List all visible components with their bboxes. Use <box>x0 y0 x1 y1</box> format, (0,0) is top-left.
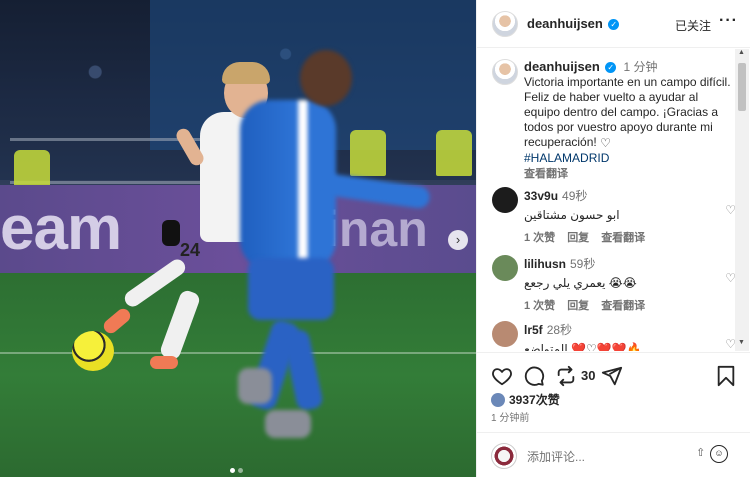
comment-reply-button[interactable]: 回复 <box>567 232 589 244</box>
post-image[interactable]: eam inan 24 › <box>0 0 476 477</box>
comment-time: 28秒 <box>546 323 573 337</box>
carousel-next-button[interactable]: › <box>448 230 468 250</box>
blue-player-shorts <box>248 258 334 320</box>
caption-time: 1 分钟 <box>623 60 658 74</box>
repost-icon[interactable] <box>555 365 577 387</box>
posted-time: 1 分钟前 <box>491 413 530 424</box>
comment-item: 33v9u 49秒 ابو حسون مشتاقين 1 次赞 回复 查看翻译 ♡ <box>492 187 736 244</box>
white-player-hair <box>222 62 270 84</box>
caption-author-avatar[interactable] <box>492 59 518 85</box>
post-side-panel: deanhuijsen ✓ 已关注 ··· deanhuijsen ✓ 1 分钟… <box>476 0 750 477</box>
author-name-wrap: deanhuijsen ✓ <box>527 16 620 31</box>
white-player-boot <box>150 356 178 369</box>
comment-meta: 1 次赞 回复 查看翻译 <box>524 297 704 313</box>
author-username[interactable]: deanhuijsen <box>527 16 603 31</box>
caption-username[interactable]: deanhuijsen <box>524 59 600 74</box>
comment-composer: 添加评论... ⇧ ☺ <box>477 432 750 477</box>
steward <box>350 130 386 176</box>
commenter-username[interactable]: lr5f <box>524 323 543 337</box>
comment-time: 49秒 <box>562 189 588 203</box>
steward <box>436 130 472 176</box>
blue-player-boot <box>265 410 311 438</box>
author-avatar[interactable] <box>492 11 518 37</box>
comment-meta: 1 次赞 回复 查看翻译 <box>524 229 704 245</box>
verified-icon: ✓ <box>608 19 620 30</box>
scroll-up-arrow-icon[interactable]: ▲ <box>738 49 745 56</box>
caption-text: Victoria importante en un campo difícil.… <box>524 75 731 149</box>
comment-text: ابو حسون مشتاقين <box>524 208 620 222</box>
comments-scrollbar[interactable]: ▲ ▼ <box>735 49 749 351</box>
likes-count[interactable]: 3937次赞 <box>509 393 560 407</box>
comment-reply-button[interactable]: 回复 <box>567 300 589 312</box>
comment-likes[interactable]: 1 次赞 <box>524 300 555 312</box>
scroll-down-arrow-icon[interactable]: ▼ <box>738 339 745 346</box>
bookmark-icon[interactable] <box>715 365 737 387</box>
comment-likes[interactable]: 1 次赞 <box>524 232 555 244</box>
commenter-avatar[interactable] <box>492 187 518 213</box>
heart-outline-emoji: ♡ <box>600 136 611 150</box>
current-user-avatar <box>491 443 517 469</box>
comment-input[interactable]: 添加评论... <box>527 448 585 465</box>
liker-avatar <box>491 393 505 407</box>
carousel-dots <box>230 462 246 476</box>
comment-translate-link[interactable]: 查看翻译 <box>601 232 645 244</box>
post-header: deanhuijsen ✓ 已关注 ··· <box>477 0 750 48</box>
comment-text: المتواضع ❤️♡❤️❤️🔥 <box>524 342 642 351</box>
comment-time: 59秒 <box>570 257 596 271</box>
likes-summary[interactable]: 3937次赞 <box>491 391 560 408</box>
carousel-dot <box>238 468 243 473</box>
post-caption: deanhuijsen ✓ 1 分钟 Victoria importante e… <box>524 59 736 182</box>
caption-translate-link[interactable]: 查看翻译 <box>524 168 568 180</box>
shorts-number: 24 <box>180 240 201 260</box>
emoji-icon[interactable]: ☺ <box>710 445 728 463</box>
carousel-dot-active <box>230 468 235 473</box>
follow-button[interactable]: 已关注 <box>675 17 711 34</box>
scrollbar-thumb[interactable] <box>738 63 746 111</box>
comment-item: lr5f 28秒 المتواضع ❤️♡❤️❤️🔥 ♡ <box>492 321 736 351</box>
comment-item: lilihusn 59秒 يعمري يلي رجعع 😭😭 1 次赞 回复 查看翻译… <box>492 255 736 312</box>
verified-icon: ✓ <box>605 62 617 73</box>
comment-body: lilihusn 59秒 يعمري يلي رجعع 😭😭 1 次赞 回复 查看翻译 <box>524 255 704 313</box>
comment-translate-link[interactable]: 查看翻译 <box>601 300 645 312</box>
comment-icon[interactable] <box>523 365 545 387</box>
advertising-text-right: inan <box>325 201 428 257</box>
comments-scroll-area[interactable]: deanhuijsen ✓ 1 分钟 Victoria importante e… <box>477 49 750 351</box>
blue-player-boot <box>238 368 272 404</box>
share-icon[interactable] <box>601 365 623 387</box>
commenter-username[interactable]: lilihusn <box>524 257 566 271</box>
commenter-avatar[interactable] <box>492 321 518 347</box>
commenter-avatar[interactable] <box>492 255 518 281</box>
football <box>72 331 114 371</box>
ime-toggle-icon[interactable]: ⇧ <box>696 446 705 459</box>
hashtag-link[interactable]: #HALAMADRID <box>524 151 609 165</box>
heart-icon[interactable] <box>491 365 513 387</box>
post-actions: 30 3937次赞 1 分钟前 <box>477 352 750 432</box>
comment-body: 33v9u 49秒 ابو حسون مشتاقين 1 次赞 回复 查看翻译 <box>524 187 704 245</box>
commenter-username[interactable]: 33v9u <box>524 189 558 203</box>
blue-player-head <box>300 50 352 106</box>
comment-text: يعمري يلي رجعع 😭😭 <box>524 276 637 290</box>
repost-count[interactable]: 30 <box>581 368 595 383</box>
more-options-icon[interactable]: ··· <box>719 12 738 30</box>
advertising-text-left: eam <box>0 194 122 263</box>
white-player-glove <box>162 220 180 246</box>
comment-body: lr5f 28秒 المتواضع ❤️♡❤️❤️🔥 <box>524 321 704 351</box>
